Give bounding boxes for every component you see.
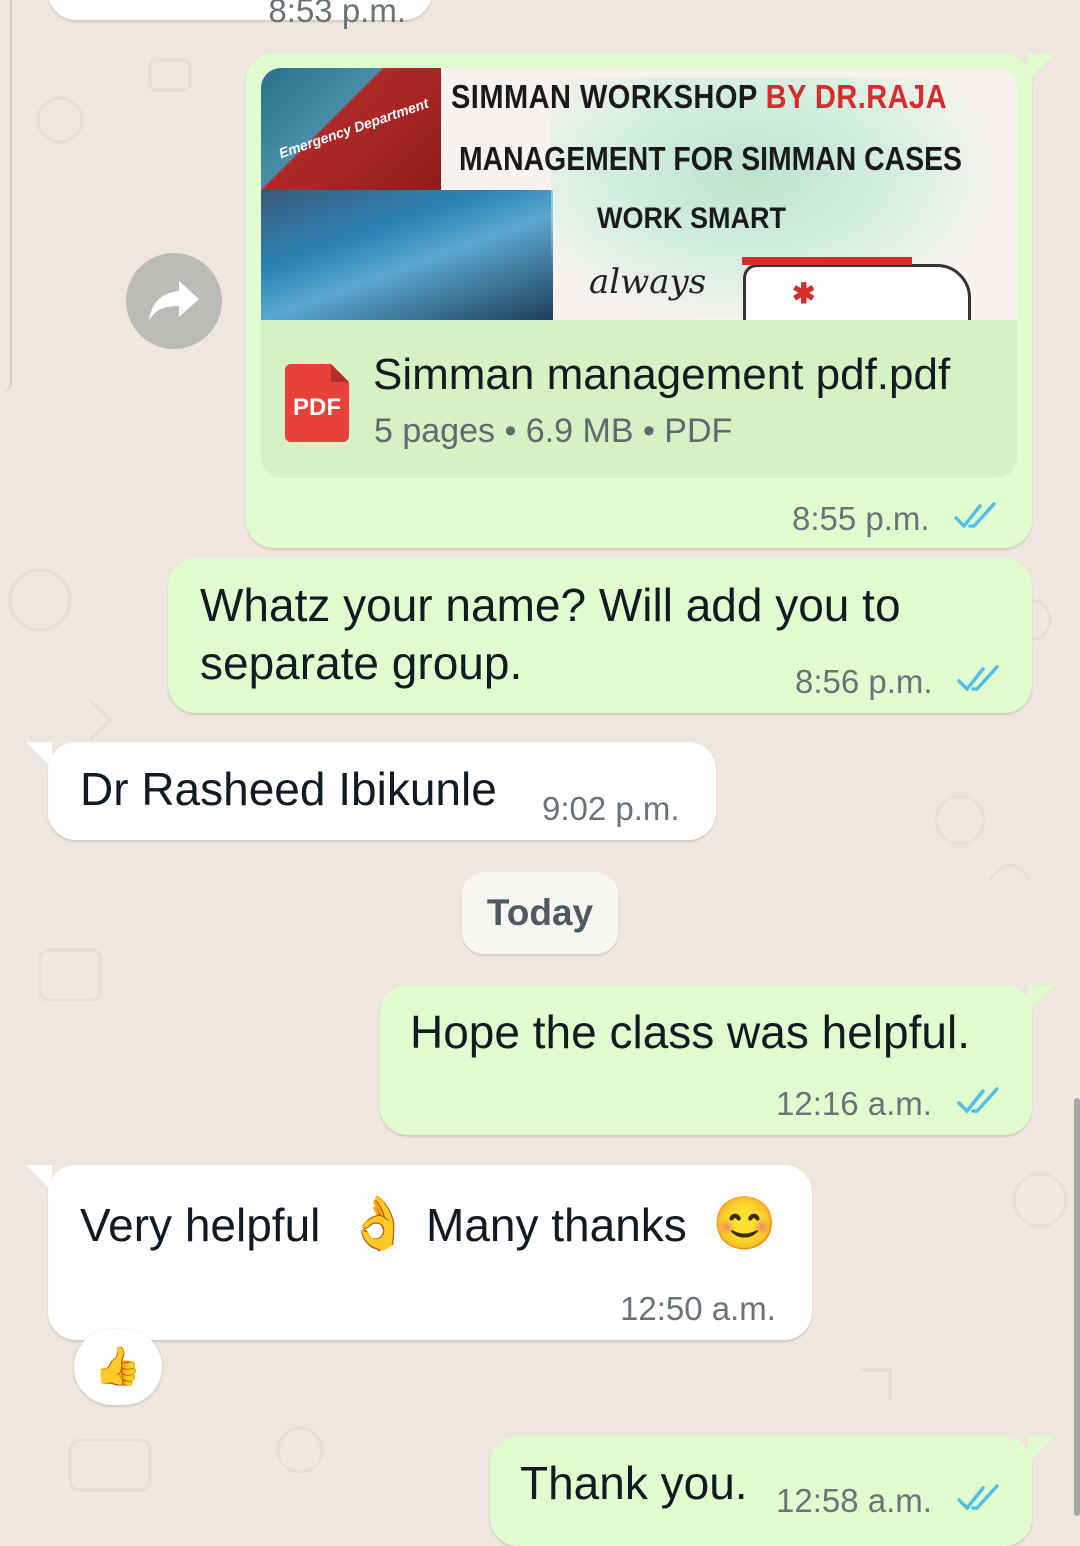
read-receipt-icon bbox=[957, 1484, 999, 1511]
thumbnail-clinicians-photo bbox=[261, 190, 553, 320]
ambulance-illustration: ✱ bbox=[742, 257, 971, 320]
ok-hand-emoji-icon: 👌 bbox=[346, 1195, 411, 1253]
forward-button[interactable] bbox=[126, 253, 222, 349]
bubble-tail bbox=[26, 742, 52, 768]
message-time: 12:16 a.m. bbox=[776, 1085, 932, 1122]
thumbnail-title-line2: MANAGEMENT FOR SIMMAN CASES bbox=[459, 140, 962, 177]
message-time: 9:02 p.m. bbox=[542, 790, 680, 827]
bubble-tail bbox=[26, 1165, 52, 1191]
medical-star-icon: ✱ bbox=[792, 278, 816, 309]
reaction-thumbs-up[interactable]: 👍 bbox=[74, 1329, 162, 1405]
smiling-face-emoji-icon: 😊 bbox=[712, 1195, 777, 1253]
pdf-file-icon: PDF bbox=[285, 364, 349, 442]
date-separator: Today bbox=[462, 872, 618, 954]
message-text: Many thanks bbox=[426, 1199, 687, 1251]
message-text: Whatz your name? Will add you to bbox=[200, 579, 901, 631]
message-text: Very helpful bbox=[80, 1199, 321, 1251]
bubble-tail bbox=[1028, 985, 1054, 1011]
forward-arrow-icon bbox=[149, 281, 199, 321]
left-panel-edge bbox=[0, 0, 12, 392]
document-file-name: Simman management pdf.pdf bbox=[373, 350, 951, 399]
message-text: Hope the class was helpful. bbox=[410, 1006, 970, 1058]
previous-message-bubble[interactable]: 8:53 p.m. bbox=[48, 0, 432, 29]
message-text: Thank you. bbox=[520, 1457, 748, 1509]
bubble-tail bbox=[1028, 54, 1054, 80]
thumbnail-title-line3: WORK SMART bbox=[597, 202, 786, 235]
thumbnail-sign-text: Emergency Department bbox=[276, 94, 431, 162]
message-time: 8:56 p.m. bbox=[795, 663, 933, 700]
thumbnail-building-image: Emergency Department bbox=[261, 68, 441, 190]
read-receipt-icon bbox=[957, 665, 999, 692]
bubble-tail bbox=[1028, 1436, 1054, 1462]
message-time: 8:53 p.m. bbox=[268, 0, 406, 29]
document-thumbnail[interactable]: Emergency Department SIMMAN WORKSHOP BY … bbox=[261, 68, 1017, 320]
message-time: 12:58 a.m. bbox=[776, 1482, 932, 1519]
message-time: 12:50 a.m. bbox=[620, 1290, 776, 1327]
message-text: separate group. bbox=[200, 637, 523, 689]
read-receipt-icon bbox=[954, 502, 996, 529]
read-receipt-icon bbox=[957, 1087, 999, 1114]
document-info-strip[interactable]: PDF Simman management pdf.pdf 5 pages • … bbox=[261, 320, 1017, 478]
message-time: 8:55 p.m. bbox=[792, 500, 930, 537]
scrollbar[interactable] bbox=[1074, 1098, 1080, 1516]
thumbs-up-emoji-icon: 👍 bbox=[94, 1346, 142, 1388]
thumbnail-script-text: always bbox=[589, 262, 707, 302]
document-file-meta: 5 pages • 6.9 MB • PDF bbox=[374, 412, 733, 450]
thumbnail-title-line1: SIMMAN WORKSHOP BY DR.RAJA bbox=[451, 78, 948, 115]
message-text: Dr Rasheed Ibikunle bbox=[80, 763, 497, 815]
